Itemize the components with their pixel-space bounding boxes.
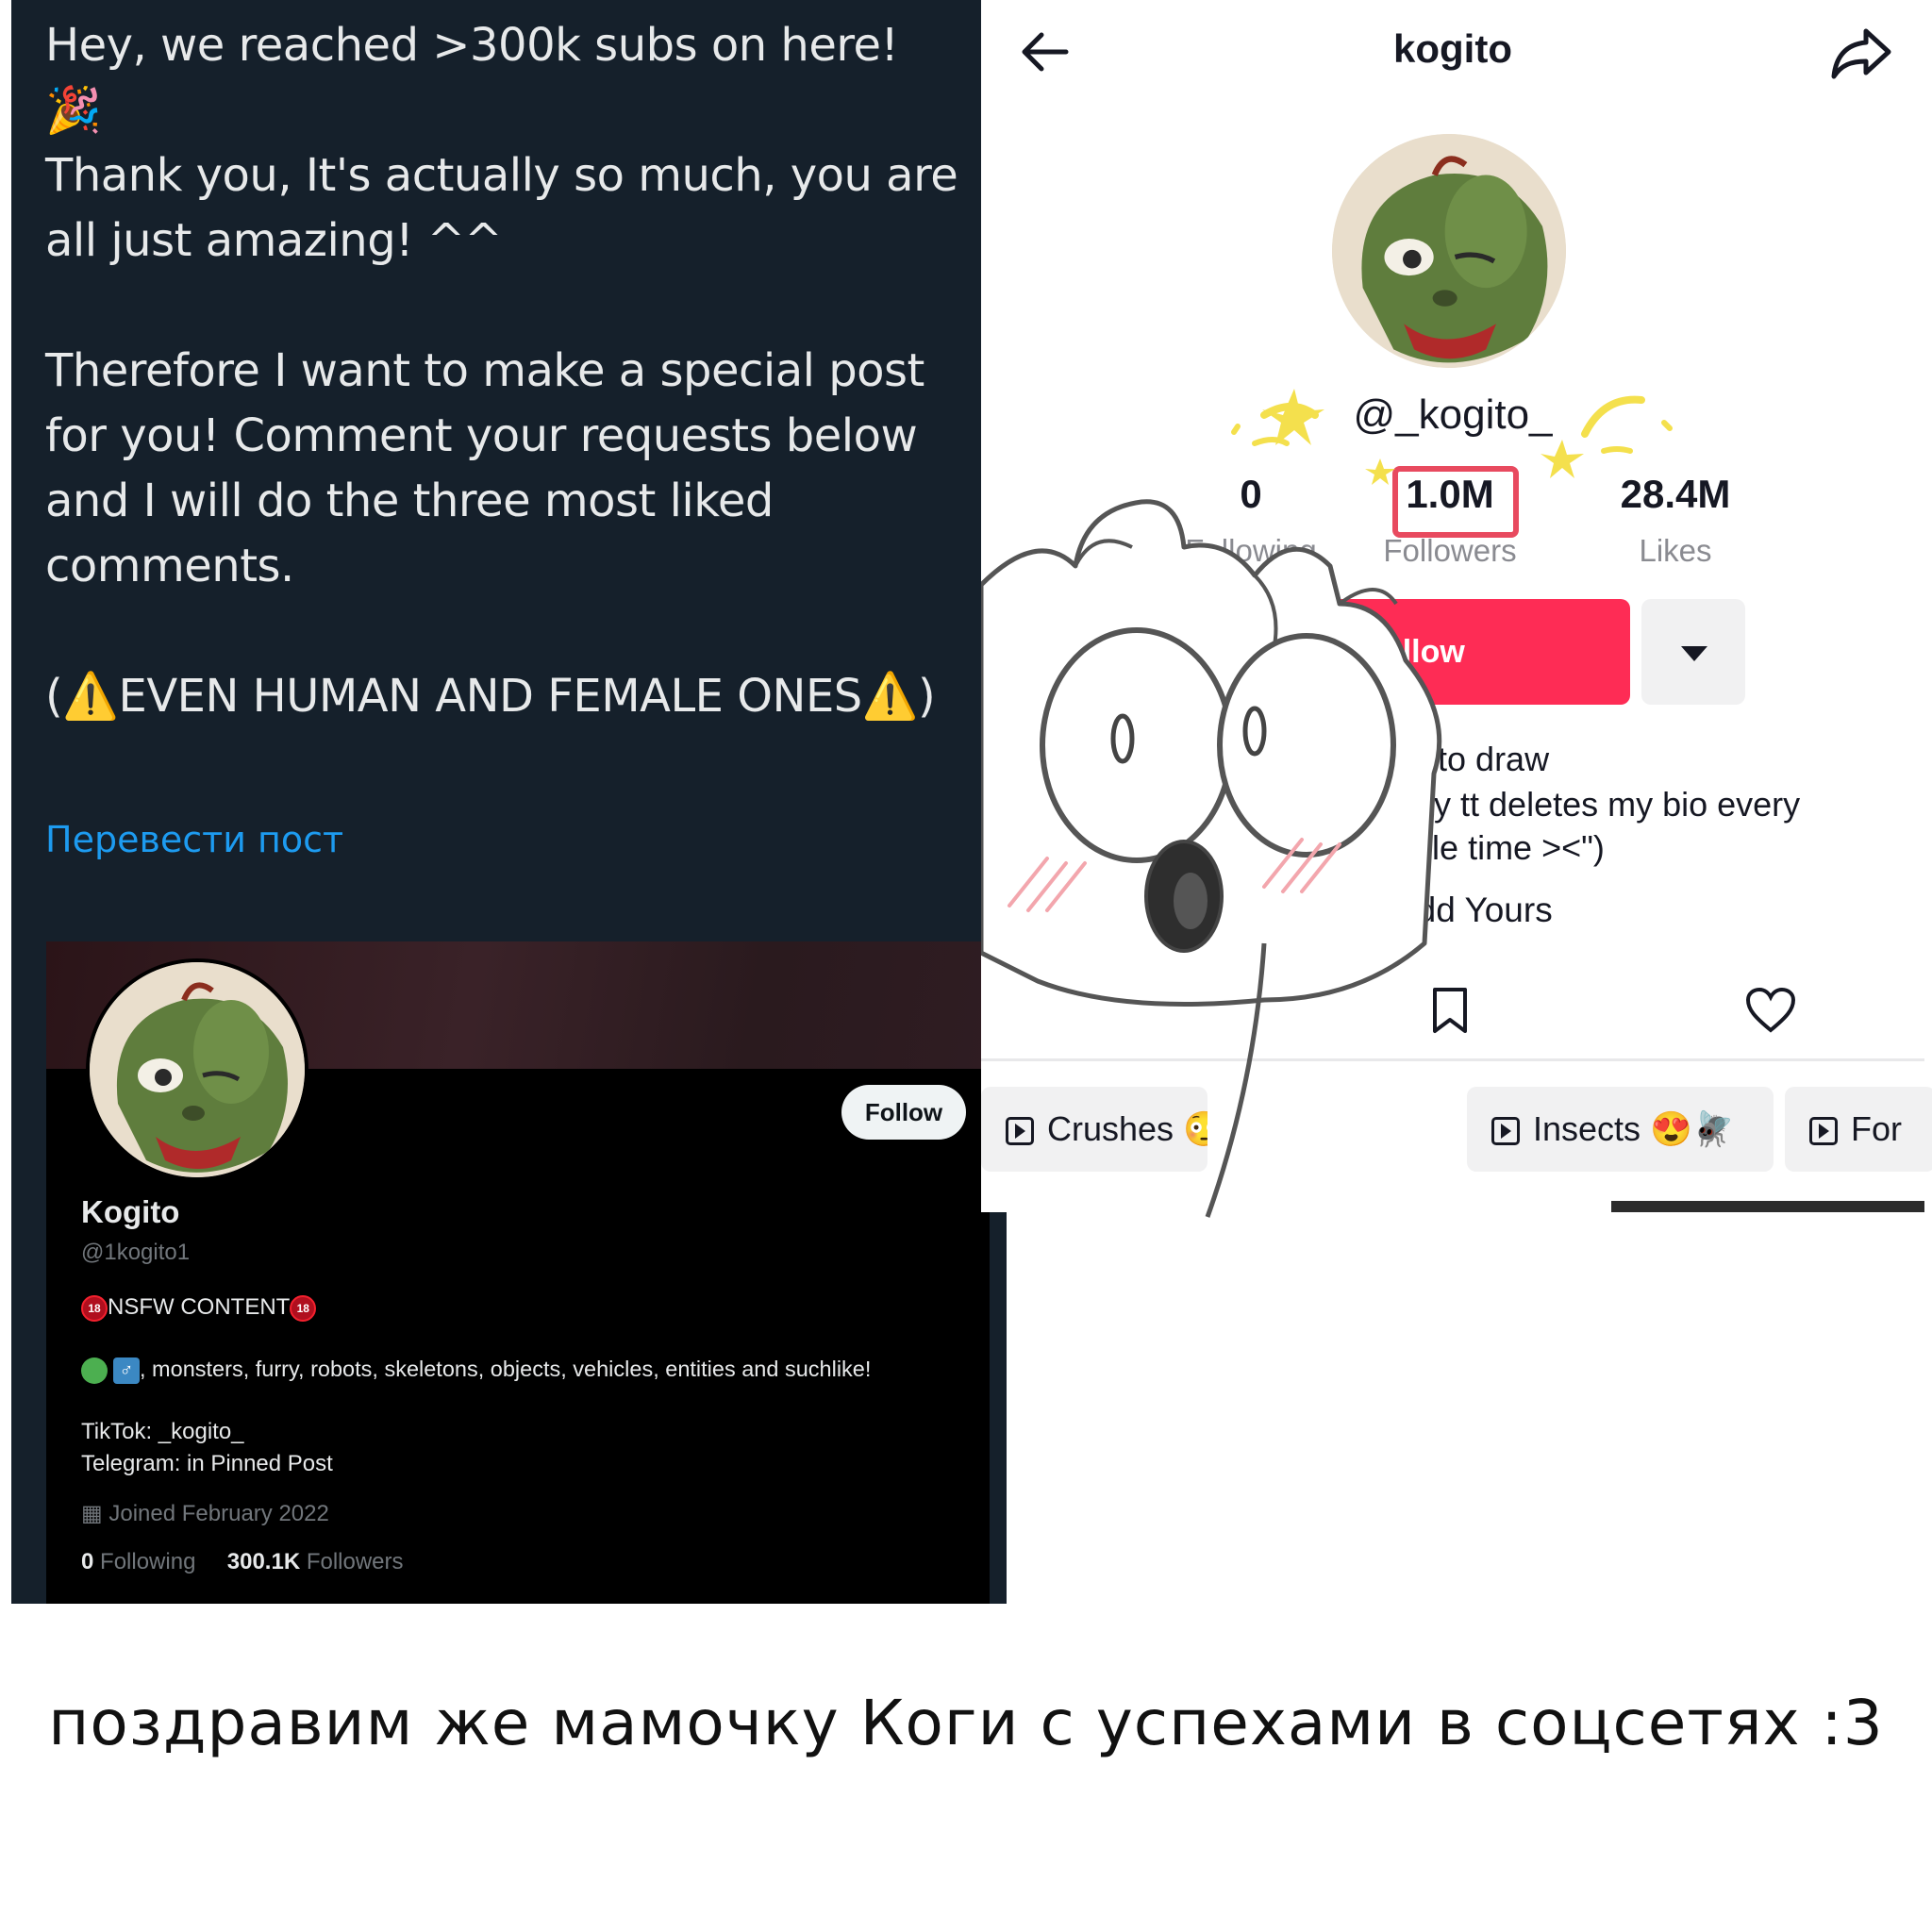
tiktok-profile-screenshot: kogito @_kogito_ 0 Following 1.0M Follow… [981,0,1932,1212]
add-yours-link[interactable]: Add Yours [1393,891,1553,930]
divider [981,1058,1924,1061]
male-sign-icon: ♂ [113,1357,140,1384]
bookmark-icon[interactable] [1430,986,1470,1035]
x-post-screenshot: Hey, we reached >300k subs on here! 🎉 Th… [11,0,1007,1604]
telegram-line: Telegram: in Pinned Post [81,1451,333,1476]
playlist-chip[interactable]: Insects 😍🪰 [1467,1087,1774,1172]
avatar[interactable] [1332,134,1566,368]
share-icon[interactable] [1830,24,1892,80]
playlist-chip[interactable]: Crushes 😳🌻 [981,1087,1208,1172]
following-label[interactable]: Following [100,1549,195,1574]
profile-handle: @1kogito1 [81,1240,191,1265]
suggested-accounts-dropdown[interactable] [1641,599,1745,705]
likes-label: Likes [1639,533,1712,568]
playlist-chip[interactable]: For [1785,1087,1932,1172]
nsfw-text: NSFW CONTENT [108,1294,291,1320]
followers-label[interactable]: Followers [1346,533,1554,569]
tweet-text: Hey, we reached >300k subs on here! 🎉 Th… [45,19,958,723]
follow-button[interactable]: Follow [1198,599,1630,705]
bio-line: I like to draw [1358,740,1550,778]
following-count[interactable]: 0 [1147,472,1355,517]
bio-line: (I say tt deletes my bio every [1368,785,1801,824]
profile-username: @_kogito_ [1353,391,1553,438]
tiktok-line: TikTok: _kogito_ [81,1419,244,1444]
x-profile-card[interactable]: Follow Kogito @1kogito1 18 NSFW CONTENT 18… [46,941,990,1604]
playlist-icon [1006,1117,1034,1146]
followers-count[interactable]: 300.1K [227,1549,300,1574]
follow-stats: 0 Following 300.1K Followers [81,1549,404,1575]
profile-name: Kogito [81,1194,180,1229]
page-title: kogito [1393,26,1512,71]
scrollbar[interactable] [1611,1201,1924,1212]
green-circle-icon [81,1357,108,1384]
followers-label[interactable]: Followers [307,1549,404,1574]
calendar-icon: ▦ [81,1501,103,1526]
adults-only-icon: 18 [81,1294,108,1322]
adults-only-icon: 18 [290,1294,317,1322]
followers-count[interactable]: 1.0M [1346,472,1554,517]
following-count[interactable]: 0 [81,1549,93,1574]
avatar[interactable] [86,958,308,1181]
likes-count: 28.4M [1620,472,1731,516]
bio-text: , monsters, furry, robots, skeletons, ob… [140,1357,872,1381]
profile-bio: ♂, monsters, furry, robots, skeletons, o… [81,1357,871,1384]
nsfw-line: 18 NSFW CONTENT 18 [81,1294,317,1322]
plus-square-icon[interactable]: + [1346,896,1380,928]
playlist-icon [1809,1117,1838,1146]
translate-post-link[interactable]: Перевести пост [45,819,343,860]
bio-line: single time ><") [1370,828,1605,867]
follow-button[interactable]: Follow [841,1085,966,1140]
heart-icon[interactable] [1745,987,1796,1034]
following-label[interactable]: Following [1147,533,1355,569]
playlist-icon [1491,1117,1520,1146]
joined-date: ▦ Joined February 2022 [81,1501,329,1526]
caption-text: поздравим же мамочку Коги с успехами в с… [48,1687,1884,1759]
